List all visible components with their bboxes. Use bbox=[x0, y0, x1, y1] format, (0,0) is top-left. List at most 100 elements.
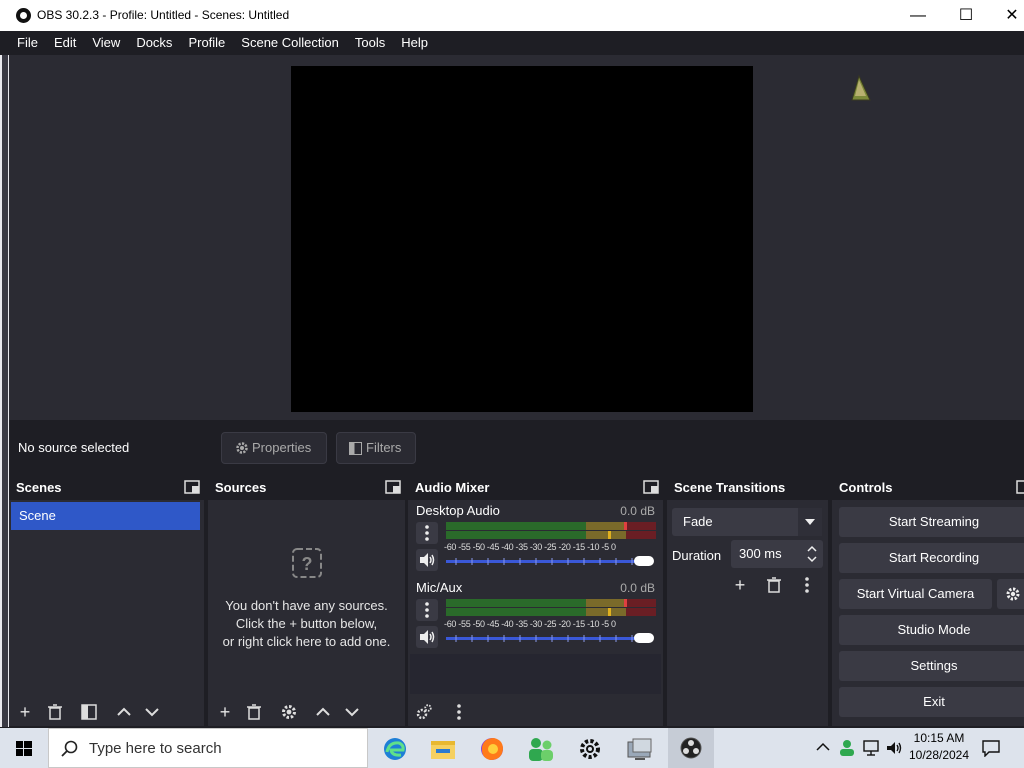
transition-select[interactable]: Fade bbox=[672, 508, 822, 536]
clock-time[interactable]: 10:15 AM bbox=[910, 731, 968, 745]
transition-menu-icon[interactable] bbox=[798, 576, 816, 594]
window-left-border bbox=[2, 55, 8, 727]
gear-icon bbox=[236, 442, 248, 454]
network-icon[interactable] bbox=[862, 740, 880, 756]
preview-canvas[interactable] bbox=[291, 66, 753, 412]
add-scene-icon[interactable]: + bbox=[16, 703, 34, 721]
mic-aux-meter bbox=[446, 599, 656, 616]
dropdown-caret[interactable] bbox=[798, 508, 822, 536]
source-properties-icon[interactable] bbox=[280, 703, 298, 721]
desktop-audio-volume-slider[interactable] bbox=[446, 555, 654, 567]
mic-aux-volume-slider[interactable] bbox=[446, 632, 654, 644]
settings-button[interactable]: Settings bbox=[839, 651, 1024, 681]
maximize-button[interactable]: ☐ bbox=[943, 0, 989, 31]
scenes-list[interactable]: Scene bbox=[9, 500, 204, 696]
empty-sources-line1: You don't have any sources. bbox=[225, 598, 388, 613]
remote-desktop-icon[interactable] bbox=[619, 732, 659, 768]
start-recording-button[interactable]: Start Recording bbox=[839, 543, 1024, 573]
start-streaming-button[interactable]: Start Streaming bbox=[839, 507, 1024, 537]
menu-help[interactable]: Help bbox=[393, 31, 436, 55]
no-source-label: No source selected bbox=[18, 440, 130, 455]
exit-button[interactable]: Exit bbox=[839, 687, 1024, 717]
remove-transition-icon[interactable] bbox=[765, 576, 783, 594]
obs-icon bbox=[680, 737, 702, 759]
properties-label: Properties bbox=[252, 440, 312, 455]
close-button[interactable]: ✕ bbox=[989, 0, 1024, 31]
speaker-icon[interactable] bbox=[416, 626, 438, 648]
obs-app-icon bbox=[16, 8, 31, 23]
remove-scene-icon[interactable] bbox=[46, 703, 64, 721]
filters-button[interactable]: Filters bbox=[336, 432, 416, 464]
taskbar-search-box[interactable]: Type here to search bbox=[48, 728, 368, 768]
start-virtual-camera-button[interactable]: Start Virtual Camera bbox=[839, 579, 992, 609]
menu-file[interactable]: File bbox=[9, 31, 46, 55]
undock-icon[interactable] bbox=[184, 480, 200, 494]
transition-value: Fade bbox=[683, 514, 713, 529]
chevron-down-icon bbox=[805, 519, 815, 525]
menu-scene-collection[interactable]: Scene Collection bbox=[233, 31, 347, 55]
duration-input[interactable]: 300 ms bbox=[731, 540, 823, 568]
add-source-icon[interactable]: + bbox=[216, 703, 234, 721]
properties-button[interactable]: Properties bbox=[221, 432, 327, 464]
windows-logo-icon bbox=[16, 741, 32, 756]
undock-icon[interactable] bbox=[643, 480, 659, 494]
channel-name: Mic/Aux bbox=[416, 580, 463, 595]
channel-name: Desktop Audio bbox=[416, 503, 500, 518]
search-icon bbox=[61, 740, 78, 757]
settings-gear-icon[interactable] bbox=[570, 732, 610, 768]
filter-icon bbox=[349, 442, 362, 455]
menu-tools[interactable]: Tools bbox=[347, 31, 393, 55]
move-source-up-icon[interactable] bbox=[314, 703, 332, 721]
menu-profile[interactable]: Profile bbox=[180, 31, 233, 55]
scenes-footer: + bbox=[9, 696, 204, 726]
controls-header: Controls bbox=[832, 474, 1024, 500]
scene-transitions-dock: Scene Transitions Fade Duration 300 ms + bbox=[667, 474, 828, 726]
menu-docks[interactable]: Docks bbox=[128, 31, 180, 55]
file-explorer-icon[interactable] bbox=[423, 732, 463, 768]
start-button[interactable] bbox=[0, 728, 48, 768]
busy-cursor-icon bbox=[851, 74, 871, 101]
advanced-audio-icon[interactable] bbox=[415, 703, 433, 721]
filters-label: Filters bbox=[366, 440, 402, 455]
scene-item[interactable]: Scene bbox=[11, 502, 200, 530]
notification-icon[interactable] bbox=[982, 739, 1000, 757]
scenes-dock: Scenes Scene + bbox=[9, 474, 204, 726]
speaker-icon[interactable] bbox=[416, 549, 438, 571]
mixer-menu-icon[interactable] bbox=[450, 703, 468, 721]
controls-dock: Controls Start Streaming Start Recording… bbox=[832, 474, 1024, 726]
move-source-down-icon[interactable] bbox=[343, 703, 361, 721]
menu-bar: File Edit View Docks Profile Scene Colle… bbox=[0, 31, 1024, 55]
controls-title: Controls bbox=[839, 480, 893, 495]
duration-value: 300 ms bbox=[739, 546, 782, 561]
sources-footer: + bbox=[208, 696, 405, 726]
minimize-button[interactable]: — bbox=[895, 0, 941, 31]
scenes-header: Scenes bbox=[9, 474, 204, 500]
volume-icon[interactable] bbox=[885, 740, 903, 756]
spin-arrows-icon[interactable] bbox=[807, 544, 817, 564]
sources-dock: Sources ? You don't have any sources. Cl… bbox=[208, 474, 405, 726]
sources-list[interactable]: ? You don't have any sources. Click the … bbox=[208, 500, 405, 696]
undock-icon[interactable] bbox=[1016, 480, 1024, 494]
clock-date[interactable]: 10/28/2024 bbox=[905, 748, 973, 762]
remove-source-icon[interactable] bbox=[245, 703, 263, 721]
menu-edit[interactable]: Edit bbox=[46, 31, 84, 55]
chevron-up-icon[interactable] bbox=[816, 742, 830, 752]
user-tray-icon[interactable] bbox=[838, 738, 856, 756]
virtual-camera-settings-button[interactable] bbox=[997, 579, 1024, 609]
obs-taskbar-button[interactable] bbox=[668, 728, 714, 768]
studio-mode-button[interactable]: Studio Mode bbox=[839, 615, 1024, 645]
move-scene-up-icon[interactable] bbox=[115, 703, 133, 721]
undock-icon[interactable] bbox=[385, 480, 401, 494]
duration-label: Duration bbox=[672, 548, 722, 563]
audio-mixer-channels: Desktop Audio 0.0 dB -60 -55 -50 -45 -40… bbox=[408, 500, 663, 696]
channel-menu-icon[interactable] bbox=[416, 599, 438, 621]
add-transition-icon[interactable]: + bbox=[731, 576, 749, 594]
menu-view[interactable]: View bbox=[84, 31, 128, 55]
edge-icon[interactable] bbox=[375, 732, 415, 768]
channel-menu-icon[interactable] bbox=[416, 522, 438, 544]
move-scene-down-icon[interactable] bbox=[143, 703, 161, 721]
people-app-icon[interactable] bbox=[521, 732, 561, 768]
scene-filters-icon[interactable] bbox=[80, 703, 98, 721]
gear-icon bbox=[1006, 587, 1020, 601]
firefox-icon[interactable] bbox=[472, 732, 512, 768]
